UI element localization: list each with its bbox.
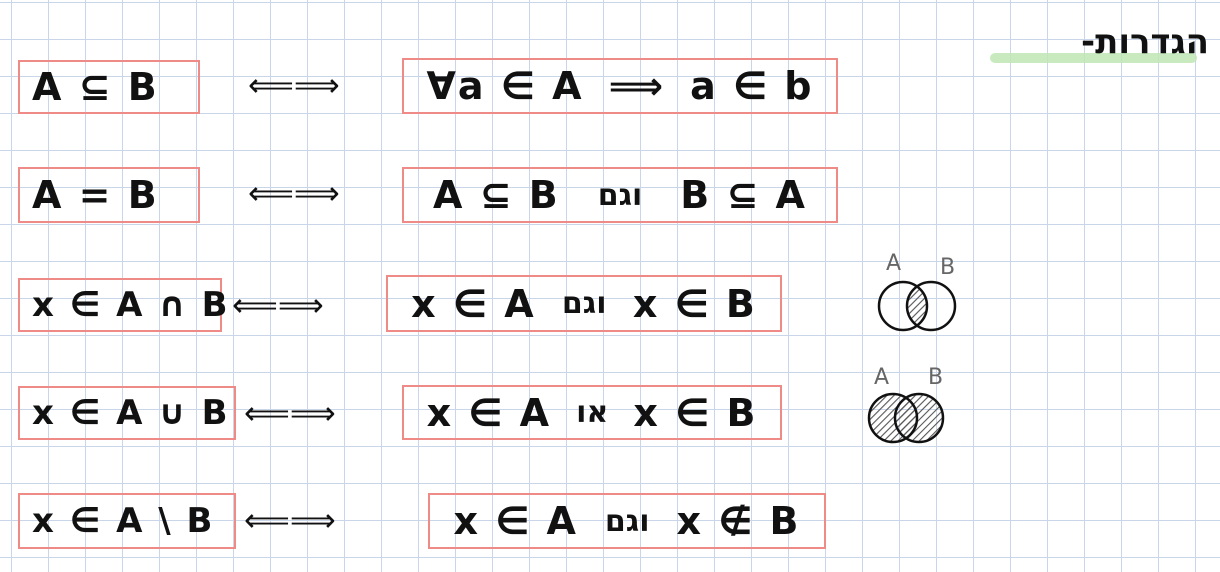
rhs-right-term: x ∉ B [676,499,801,543]
subset-definition-left: A ⊆ B [18,60,200,114]
venn-label-a: A [874,365,889,390]
connective-or: או [576,395,609,430]
intersection-definition-left: x ∈ A ∩ B [18,278,228,332]
rhs-right-term: x ∈ B [633,390,758,435]
venn-label-a: A [886,251,901,276]
subset-definition-right: ∀a ∈ A ⟹ a ∈ b [402,58,838,114]
union-definition-left: x ∈ A ∪ B [18,386,236,440]
rhs-left-term: A ⊆ B [433,173,560,217]
rhs-left-term: x ∈ A [426,390,552,435]
intersection-definition-right: x ∈ A וגם x ∈ B [386,275,782,332]
venn-label-b: B [928,365,943,390]
rhs-left-term: x ∈ A [411,281,536,326]
iff-arrow: ⟸⟹ [248,66,340,104]
union-definition-right: x ∈ A או x ∈ B [402,385,782,440]
difference-definition-right: x ∈ A וגם x ∉ B [428,493,826,549]
equality-definition-left: A = B [18,167,200,223]
union-venn-diagram: A B [867,365,945,444]
intersection-venn-diagram: A B [877,251,957,332]
rhs-right-term: x ∈ B [632,281,757,326]
connective-and: וגם [597,177,643,213]
implies-arrow: ⟹ [608,64,666,108]
iff-arrow: ⟸⟹ [244,394,336,432]
connective-and: וגם [604,503,650,539]
venn-label-b: B [940,255,955,280]
rhs-left-term: x ∈ A [453,499,578,543]
rhs-left-term: ∀a ∈ A [426,64,584,108]
rhs-right-term: B ⊆ A [680,173,807,217]
page-heading: הגדרות- [990,14,1215,74]
rhs-right-term: a ∈ b [690,64,814,108]
iff-arrow: ⟸⟹ [244,501,336,539]
connective-and: וגם [561,286,607,321]
iff-arrow: ⟸⟹ [232,286,324,324]
heading-text: הגדרות- [1080,22,1209,62]
equality-definition-right: A ⊆ B וגם B ⊆ A [402,167,838,223]
difference-definition-left: x ∈ A \ B [18,493,236,549]
iff-arrow: ⟸⟹ [248,174,340,212]
